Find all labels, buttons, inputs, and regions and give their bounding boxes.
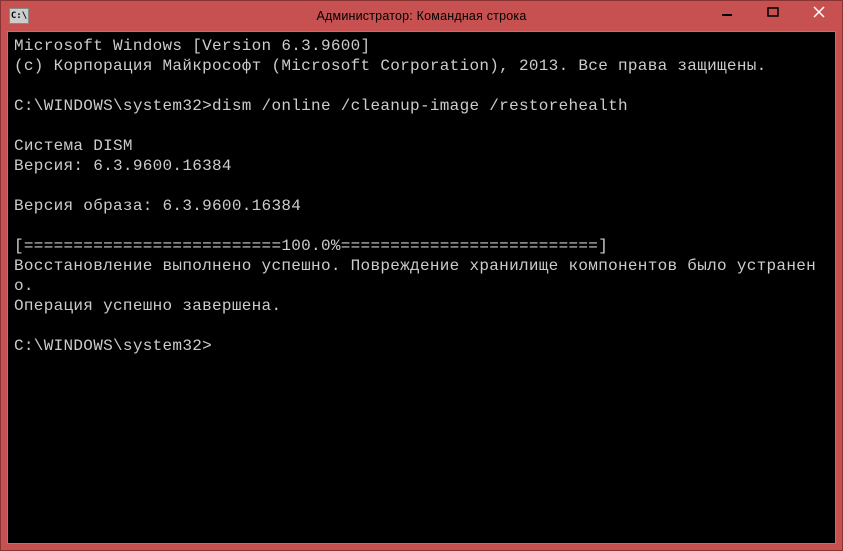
terminal-line: C:\WINDOWS\system32>dism /online /cleanu… xyxy=(14,96,829,116)
maximize-icon xyxy=(767,6,779,18)
command-prompt-window: C:\ Администратор: Командная строка xyxy=(0,0,843,551)
terminal-area[interactable]: Microsoft Windows [Version 6.3.9600](c) … xyxy=(7,31,836,544)
terminal-line xyxy=(14,116,829,136)
terminal-line: Версия: 6.3.9600.16384 xyxy=(14,156,829,176)
maximize-button[interactable] xyxy=(750,1,796,23)
terminal-line xyxy=(14,216,829,236)
terminal-line: C:\WINDOWS\system32> xyxy=(14,336,829,356)
terminal-line: Операция успешно завершена. xyxy=(14,296,829,316)
terminal-line xyxy=(14,316,829,336)
terminal-line: Cистема DISM xyxy=(14,136,829,156)
app-icon-label: C:\ xyxy=(11,11,27,21)
terminal-line: [==========================100.0%=======… xyxy=(14,236,829,256)
app-icon: C:\ xyxy=(9,8,29,24)
terminal-output: Microsoft Windows [Version 6.3.9600](c) … xyxy=(8,32,835,360)
terminal-line xyxy=(14,176,829,196)
terminal-line: Microsoft Windows [Version 6.3.9600] xyxy=(14,36,829,56)
terminal-line: Версия образа: 6.3.9600.16384 xyxy=(14,196,829,216)
terminal-line xyxy=(14,76,829,96)
window-controls xyxy=(704,1,842,31)
close-icon xyxy=(813,6,825,18)
minimize-icon xyxy=(721,6,733,18)
terminal-line: (c) Корпорация Майкрософт (Microsoft Cor… xyxy=(14,56,829,76)
close-button[interactable] xyxy=(796,1,842,23)
terminal-line: Восстановление выполнено успешно. Повреж… xyxy=(14,256,829,296)
minimize-button[interactable] xyxy=(704,1,750,23)
window-title: Администратор: Командная строка xyxy=(317,9,527,23)
titlebar[interactable]: C:\ Администратор: Командная строка xyxy=(1,1,842,31)
